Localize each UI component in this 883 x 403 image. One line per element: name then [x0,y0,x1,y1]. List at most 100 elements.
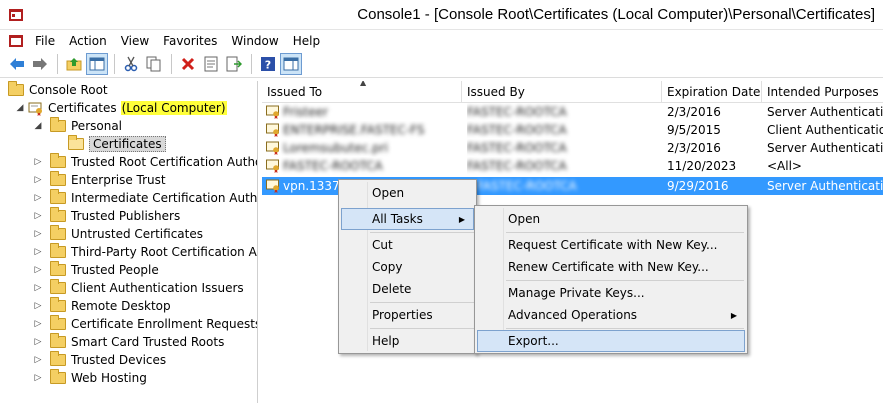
collapsed-arrow-icon[interactable]: ▷ [32,193,44,203]
column-label: Issued By [467,85,525,99]
title-bar: Console1 - [Console Root\Certificates (L… [0,0,883,30]
column-header-issued-to[interactable]: Issued To ▲ [262,81,462,103]
expanded-arrow-icon[interactable]: ◢ [14,103,26,113]
table-row[interactable]: ENTERPRISE.FASTEC-FS FASTEC-ROOTCA 9/5/2… [262,121,883,139]
cut-icon[interactable] [120,53,142,75]
menu-item-open[interactable]: Open [341,182,474,204]
table-row[interactable]: Fristeer FASTEC-ROOTCA 2/3/2016 Server A… [262,103,883,121]
submenu-arrow-icon: ▶ [730,310,737,320]
column-header-issued-by[interactable]: Issued By [462,81,662,103]
open-folder-icon [68,135,84,150]
collapsed-arrow-icon[interactable]: ▷ [32,373,44,383]
forward-icon[interactable] [29,53,51,75]
menu-window[interactable]: Window [224,31,285,50]
toolbar-separator [251,54,252,74]
menu-file[interactable]: File [28,31,62,50]
collapsed-arrow-icon[interactable]: ▷ [32,247,44,257]
properties-icon[interactable] [200,53,222,75]
tree-item-store[interactable]: ▷ Trusted Root Certification Authorities [32,153,257,171]
tree-item-store[interactable]: ▷ Trusted Publishers [32,207,180,225]
tree-item-console-root[interactable]: Console Root [8,81,108,99]
folder-icon [50,189,66,204]
folder-icon [50,243,66,258]
menu-view[interactable]: View [114,31,156,50]
tree-item-certificates-local[interactable]: ◢ Certificates (Local Computer) [14,99,227,117]
menu-item-delete[interactable]: Delete [341,278,474,300]
purposes-cell: Server Authentication [767,105,883,119]
tree-item-label: Trusted Publishers [71,209,181,223]
collapsed-arrow-icon[interactable]: ▷ [32,157,44,167]
toolbar-separator [57,54,58,74]
tree-item-store[interactable]: ▷ Trusted People [32,261,159,279]
tree-item-personal-certificates[interactable]: Certificates [68,135,166,153]
folder-icon [50,207,66,222]
collapsed-arrow-icon[interactable]: ▷ [32,355,44,365]
tree-item-store[interactable]: ▷ Certificate Enrollment Requests [32,315,257,333]
submenu-item-renew-new-key[interactable]: Renew Certificate with New Key... [477,256,745,278]
collapsed-arrow-icon[interactable]: ▷ [32,211,44,221]
menu-item-copy[interactable]: Copy [341,256,474,278]
folder-icon [50,225,66,240]
tree-item-label: Remote Desktop [71,299,171,313]
expanded-arrow-icon[interactable]: ◢ [32,121,44,131]
tree-item-store[interactable]: ▷ Web Hosting [32,369,147,387]
column-header-intended-purposes[interactable]: Intended Purposes [762,81,883,103]
expiration-cell: 2/3/2016 [667,141,721,155]
mmc-app-icon[interactable] [8,7,24,23]
delete-icon[interactable] [177,53,199,75]
issued-by-cell: FASTEC-ROOTCA [477,179,577,193]
column-header-expiration-date[interactable]: Expiration Date [662,81,762,103]
purposes-cell: Client Authentication [767,123,883,137]
expiration-cell: 9/5/2015 [667,123,721,137]
menu-bar: File Action View Favorites Window Help [0,30,883,51]
back-icon[interactable] [6,53,28,75]
tree-item-store[interactable]: ▷ Enterprise Trust [32,171,166,189]
collapsed-arrow-icon[interactable]: ▷ [32,319,44,329]
issued-by-cell: FASTEC-ROOTCA [467,159,567,173]
table-row[interactable]: Loremsubutec.pri FASTEC-ROOTCA 2/3/2016 … [262,139,883,157]
context-menu: Open All Tasks ▶ Cut Copy Delete Propert… [338,179,477,354]
table-row[interactable]: FASTEC-ROOTCA FASTEC-ROOTCA 11/20/2023 <… [262,157,883,175]
tree-item-store[interactable]: ▷ Trusted Devices [32,351,166,369]
copy-icon[interactable] [143,53,165,75]
menu-help[interactable]: Help [286,31,327,50]
certificate-icon [266,141,279,155]
tree-item-label: Certificates [89,136,166,152]
menu-item-cut[interactable]: Cut [341,234,474,256]
tree-item-store[interactable]: ▷ Intermediate Certification Authorities [32,189,257,207]
all-tasks-submenu: Open Request Certificate with New Key...… [474,205,748,354]
menu-separator [370,328,474,329]
collapsed-arrow-icon[interactable]: ▷ [32,283,44,293]
collapsed-arrow-icon[interactable]: ▷ [32,301,44,311]
collapsed-arrow-icon[interactable]: ▷ [32,265,44,275]
export-list-icon[interactable] [223,53,245,75]
help-icon[interactable]: ? [257,53,279,75]
collapsed-arrow-icon[interactable]: ▷ [32,175,44,185]
collapsed-arrow-icon[interactable]: ▷ [32,229,44,239]
menu-favorites[interactable]: Favorites [156,31,224,50]
tree-item-store[interactable]: ▷ Remote Desktop [32,297,171,315]
tree-item-personal[interactable]: ◢ Personal [32,117,122,135]
tree-item-store[interactable]: ▷ Client Authentication Issuers [32,279,244,297]
menu-item-help[interactable]: Help [341,330,474,352]
submenu-item-open[interactable]: Open [477,208,745,230]
certificate-icon [266,159,279,173]
show-action-pane-icon[interactable] [280,53,302,75]
up-folder-icon[interactable] [63,53,85,75]
console-menu-icon[interactable] [6,31,28,50]
submenu-item-manage-private-keys[interactable]: Manage Private Keys... [477,282,745,304]
collapsed-arrow-icon[interactable]: ▷ [32,337,44,347]
submenu-item-advanced-operations[interactable]: Advanced Operations ▶ [477,304,745,326]
column-label: Intended Purposes [767,85,879,99]
submenu-item-export[interactable]: Export... [477,330,745,352]
menu-action[interactable]: Action [62,31,114,50]
tree-item-store[interactable]: ▷ Untrusted Certificates [32,225,203,243]
submenu-item-request-new-key[interactable]: Request Certificate with New Key... [477,234,745,256]
menu-item-all-tasks[interactable]: All Tasks ▶ [341,208,474,230]
tree-item-store[interactable]: ▷ Smart Card Trusted Roots [32,333,224,351]
show-hide-tree-icon[interactable] [86,53,108,75]
tree-item-store[interactable]: ▷ Third-Party Root Certification Authori… [32,243,257,261]
certificate-icon [266,123,279,137]
tree-item-label: Smart Card Trusted Roots [71,335,225,349]
menu-item-properties[interactable]: Properties [341,304,474,326]
